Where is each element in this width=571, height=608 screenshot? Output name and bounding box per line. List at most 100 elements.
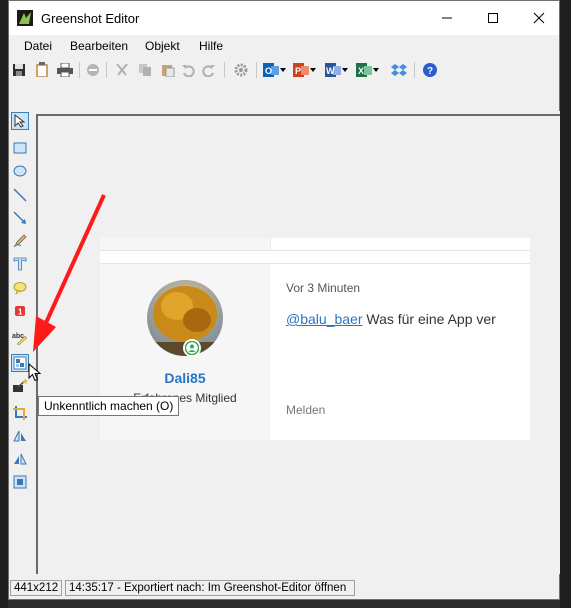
word-icon: W (325, 63, 341, 77)
svg-text:?: ? (427, 66, 433, 77)
chevron-down-icon (342, 68, 348, 72)
rotate-ccw-icon (14, 453, 27, 465)
post-username[interactable]: Dali85 (100, 370, 270, 386)
close-icon (533, 12, 545, 24)
chevron-down-icon (310, 68, 316, 72)
status-message: 14:35:17 - Exportiert nach: Im Greenshot… (65, 580, 355, 596)
outlook-dropdown[interactable] (279, 61, 287, 79)
paste-button[interactable] (159, 61, 177, 79)
tool-arrow[interactable] (11, 209, 29, 227)
delete-button[interactable] (84, 61, 102, 79)
greenshot-app-icon (17, 10, 33, 26)
toolbar-separator (79, 62, 80, 78)
outlook-button[interactable]: O (262, 61, 280, 79)
toolbar-separator (256, 62, 257, 78)
save-button[interactable] (10, 61, 28, 79)
desktop-background-right (560, 0, 571, 608)
menu-objekt[interactable]: Objekt (145, 39, 180, 53)
tool-effects[interactable] (11, 377, 29, 395)
print-button[interactable] (56, 61, 74, 79)
post-message: @balu_baer Was für eine App ver (286, 311, 496, 327)
svg-text:W: W (326, 66, 335, 76)
excel-button[interactable]: X (355, 61, 373, 79)
post-mention-link[interactable]: @balu_baer (286, 311, 363, 327)
rectangle-icon (13, 142, 27, 154)
svg-text:O: O (265, 66, 272, 76)
clipboard-button[interactable] (33, 61, 51, 79)
tooltip: Unkenntlich machen (O) (38, 396, 180, 416)
window-title: Greenshot Editor (41, 11, 140, 26)
line-icon (13, 188, 27, 202)
tool-crop[interactable] (11, 404, 29, 422)
tool-line[interactable] (11, 186, 29, 204)
report-link[interactable]: Melden (286, 403, 325, 417)
dropbox-icon (391, 64, 407, 76)
chevron-down-icon (373, 68, 379, 72)
user-icon (185, 341, 199, 355)
tool-highlight[interactable]: abc (11, 329, 29, 347)
tool-rectangle[interactable] (11, 139, 29, 157)
redo-icon (202, 65, 215, 77)
tool-ellipse[interactable] (11, 162, 29, 180)
copy-button[interactable] (136, 61, 154, 79)
outlook-icon: O (263, 63, 279, 77)
magic-wand-icon (13, 379, 28, 392)
member-badge (183, 339, 201, 357)
maximize-button[interactable] (470, 1, 516, 35)
menu-hilfe[interactable]: Hilfe (199, 39, 223, 53)
post-content: Vor 3 Minuten @balu_baer Was für eine Ap… (270, 264, 530, 440)
post-timestamp: Vor 3 Minuten (286, 281, 361, 295)
canvas-border (36, 114, 560, 116)
undo-button[interactable] (179, 61, 197, 79)
cut-button[interactable] (113, 61, 131, 79)
greenshot-editor-window: Greenshot Editor Datei Bearbeiten Objekt… (8, 0, 560, 600)
powerpoint-icon: P (293, 63, 309, 77)
status-bar: 441x212 14:35:17 - Exportiert nach: Im G… (9, 577, 559, 599)
close-button[interactable] (516, 1, 562, 35)
tool-obfuscate[interactable] (11, 354, 29, 372)
ellipse-icon (13, 165, 27, 177)
tool-rotate-counterclockwise[interactable] (11, 450, 29, 468)
toolbar: O P W X ? (9, 59, 559, 83)
tool-counter[interactable]: 1 (11, 302, 29, 320)
menu-bearbeiten[interactable]: Bearbeiten (70, 39, 128, 53)
clipboard-icon (36, 62, 48, 77)
tool-select[interactable] (11, 112, 29, 130)
maximize-icon (488, 13, 498, 23)
excel-dropdown[interactable] (372, 61, 380, 79)
menu-datei[interactable]: Datei (24, 39, 52, 53)
text-icon (13, 257, 27, 271)
word-dropdown[interactable] (341, 61, 349, 79)
redo-button[interactable] (200, 61, 218, 79)
powerpoint-button[interactable]: P (292, 61, 310, 79)
menu-bar: Datei Bearbeiten Objekt Hilfe (9, 35, 559, 57)
minimize-icon (442, 17, 452, 19)
toolbar-separator (414, 62, 415, 78)
desktop-background-left (0, 0, 8, 608)
print-icon (57, 63, 73, 77)
tool-rotate-clockwise[interactable] (11, 427, 29, 445)
speech-bubble-icon (13, 282, 27, 295)
copy-icon (139, 64, 151, 76)
previous-post-strip (100, 238, 530, 251)
paste-icon (162, 65, 175, 77)
undo-icon (182, 65, 195, 77)
toolbar-separator (224, 62, 225, 78)
resize-icon (13, 475, 27, 489)
delete-icon (87, 64, 99, 76)
tool-freehand[interactable] (11, 232, 29, 250)
toolbar-separator (106, 62, 107, 78)
excel-icon: X (356, 63, 372, 77)
word-button[interactable]: W (324, 61, 342, 79)
canvas-border (36, 114, 38, 574)
title-bar[interactable]: Greenshot Editor (9, 1, 559, 35)
tool-text[interactable] (11, 255, 29, 273)
tool-resize[interactable] (11, 473, 29, 491)
mouse-cursor-icon (28, 363, 42, 382)
powerpoint-dropdown[interactable] (309, 61, 317, 79)
minimize-button[interactable] (424, 1, 470, 35)
dropbox-button[interactable] (390, 61, 408, 79)
help-button[interactable]: ? (421, 61, 439, 79)
settings-button[interactable] (232, 61, 250, 79)
tool-speechbubble[interactable] (11, 279, 29, 297)
